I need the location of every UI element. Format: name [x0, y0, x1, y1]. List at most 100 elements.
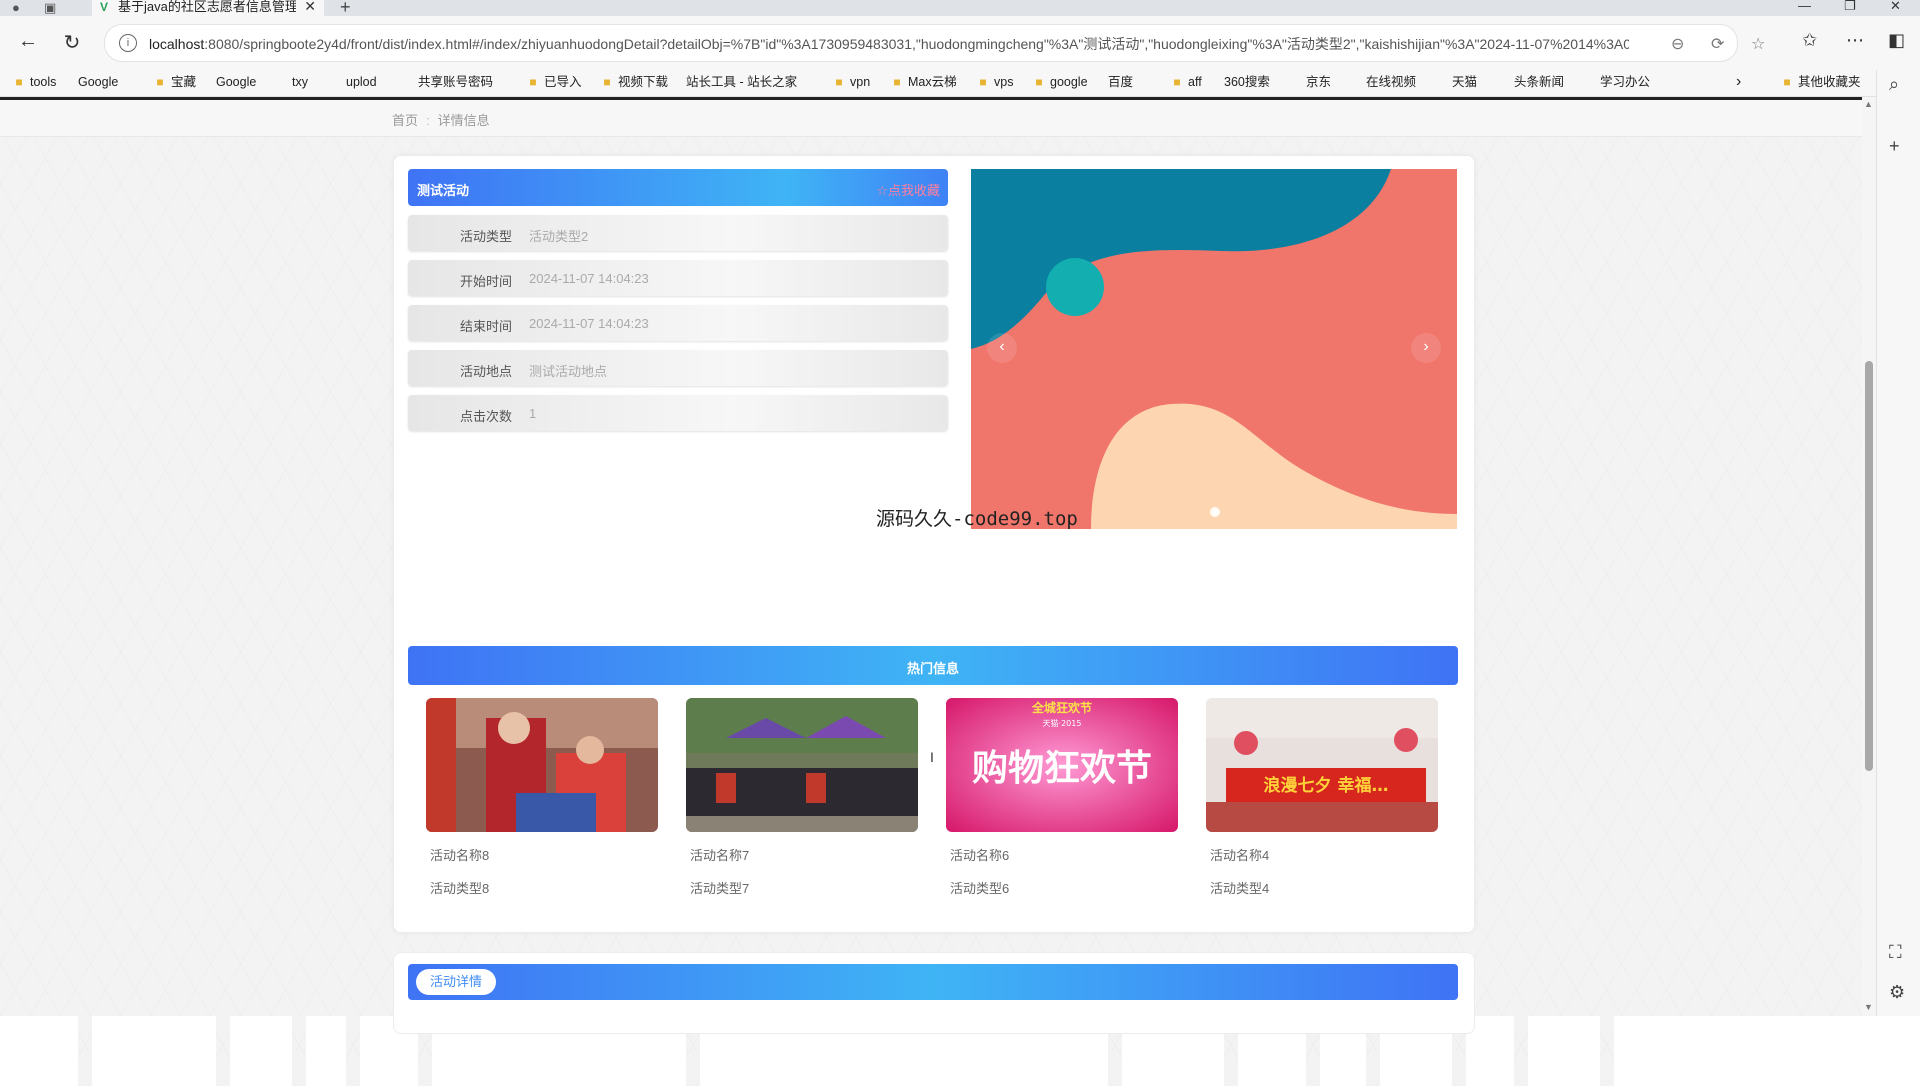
back-icon[interactable]: ←: [14, 30, 42, 53]
tab-actions-icon[interactable]: ▣: [44, 0, 56, 16]
restore-icon[interactable]: ❐: [1844, 0, 1856, 14]
bookmark-video-download[interactable]: ■ 视频下载: [600, 70, 668, 96]
hot-item-image: 浪漫七夕 幸福…: [1206, 698, 1438, 832]
profile-icon[interactable]: ●: [12, 0, 20, 15]
bookmark-360-search[interactable]: ▯360搜索: [1224, 70, 1270, 1086]
more-icon[interactable]: ⋯: [1846, 30, 1864, 51]
field-label: 点击次数: [459, 409, 512, 424]
chevron-right-icon[interactable]: ›: [1736, 70, 1741, 96]
screenshot-icon[interactable]: ⛶: [1889, 942, 1902, 963]
bookmark-vpn[interactable]: ■ vpn: [832, 70, 870, 96]
bookmark-other-favorites[interactable]: ■ 其他收藏夹: [1780, 70, 1860, 96]
breadcrumb-home[interactable]: 首页: [392, 113, 418, 128]
image-carousel[interactable]: ‹ ›: [971, 169, 1457, 529]
field-label: 活动地点: [459, 364, 512, 379]
folder-icon: ■: [603, 75, 611, 89]
hot-item-type: 活动类型8: [430, 881, 490, 896]
field-row-type: 活动类型 活动类型2: [408, 215, 948, 251]
vue-logo-icon: V: [100, 0, 109, 14]
hot-item-image: [426, 698, 658, 832]
settings-icon[interactable]: ⚙: [1889, 982, 1905, 1003]
navigation-bar: ← ↻ i localhost:8080/springboote2y4d/fro…: [0, 16, 1920, 70]
tab-strip: ● ▣ V 基于java的社区志愿者信息管理系 ✕ + — ❐ ✕: [0, 0, 1920, 17]
add-icon[interactable]: +: [1889, 136, 1900, 157]
scroll-up-icon[interactable]: ▲: [1864, 99, 1873, 109]
favorite-star-icon[interactable]: ☆: [1751, 34, 1765, 54]
hot-item[interactable]: 活动名称7 活动类型7: [686, 698, 919, 896]
carousel-prev-button[interactable]: ‹: [987, 333, 1017, 363]
folder-icon: ■: [979, 75, 987, 89]
banner-main-text: 购物狂欢节: [972, 748, 1152, 789]
bookmark-tools[interactable]: ■ tools: [12, 70, 56, 96]
folder-icon: ■: [893, 75, 901, 89]
field-value: 测试活动地点: [529, 364, 608, 379]
scrollbar-thumb[interactable]: [1865, 361, 1873, 771]
bookmark-chinaz[interactable]: ▦站长工具 - 站长之家: [686, 70, 797, 1086]
hot-item-image: [686, 698, 918, 832]
activity-card: 测试活动 ☆点我收藏 活动类型 活动类型2 开始时间 2024-11-07 14…: [393, 155, 1475, 933]
details-tab[interactable]: 活动详情: [416, 969, 496, 995]
tab-title: 基于java的社区志愿者信息管理系: [118, 0, 296, 14]
hot-item-image: 全城狂欢节 天猫·2015 购物狂欢节: [946, 698, 1178, 832]
bookmark-online-video[interactable]: ▯在线视频: [1366, 70, 1416, 1086]
folder-icon: ■: [529, 75, 537, 89]
bookmark-google[interactable]: ▯Google: [78, 70, 118, 1086]
bookmark-aff[interactable]: ■ aff: [1170, 70, 1201, 96]
bookmark-study-office[interactable]: ▯学习办公: [1600, 70, 1650, 1086]
bookmark-txy[interactable]: ☁txy: [292, 70, 308, 1086]
browser-tab[interactable]: V 基于java的社区志愿者信息管理系 ✕: [92, 0, 324, 16]
hot-item-name: 活动名称6: [950, 848, 1010, 863]
favorites-icon[interactable]: ✩: [1802, 30, 1817, 51]
field-value: 1: [529, 406, 537, 421]
activity-title: 测试活动: [417, 183, 470, 198]
bookmark-google-3[interactable]: ■ google: [1032, 70, 1087, 96]
bookmark-uplod[interactable]: ☁uplod: [346, 70, 377, 1086]
field-label: 结束时间: [459, 319, 512, 334]
field-value: 2024-11-07 14:04:23: [529, 271, 649, 286]
bookmark-vps[interactable]: ■ vps: [976, 70, 1013, 96]
bookmark-tmall[interactable]: ▯天猫: [1452, 70, 1477, 1086]
bookmark-shared-accounts[interactable]: ♫共享账号密码: [418, 70, 493, 1086]
hot-item[interactable]: 全城狂欢节 天猫·2015 购物狂欢节 活动名称6 活动类型6: [946, 698, 1179, 896]
carousel-next-button[interactable]: ›: [1411, 333, 1441, 363]
hot-item[interactable]: 活动名称8 活动类型8: [426, 698, 659, 896]
folder-icon: ■: [156, 75, 164, 89]
banner-top-text: 全城狂欢节: [1031, 700, 1092, 715]
address-bar[interactable]: i localhost:8080/springboote2y4d/front/d…: [104, 24, 1765, 62]
field-row-start-time: 开始时间 2024-11-07 14:04:23: [408, 260, 948, 296]
folder-icon: ■: [1173, 75, 1181, 89]
close-tab-icon[interactable]: ✕: [304, 0, 316, 13]
bookmark-jd[interactable]: ▯京东: [1306, 70, 1331, 1086]
reload-icon[interactable]: ↻: [58, 30, 86, 55]
bookmark-toutiao[interactable]: ▯头条新闻: [1514, 70, 1564, 1086]
bookmark-google-2[interactable]: GGoogle: [216, 70, 256, 1086]
hot-item[interactable]: 浪漫七夕 幸福… 活动名称4 活动类型4: [1206, 698, 1439, 896]
url-text: localhost:8080/springboote2y4d/front/dis…: [149, 36, 1629, 52]
minimize-icon[interactable]: —: [1798, 0, 1811, 13]
bookmark-imported[interactable]: ■ 已导入: [526, 70, 581, 96]
sidebar-toggle-icon[interactable]: ◧: [1888, 30, 1905, 51]
scroll-down-icon[interactable]: ▼: [1864, 1002, 1873, 1012]
hot-item-name: 活动名称8: [430, 848, 490, 863]
hot-item-name: 活动名称4: [1210, 848, 1270, 863]
hot-item-type: 活动类型4: [1210, 881, 1270, 896]
banner-main-text: 浪漫七夕 幸福…: [1264, 775, 1389, 796]
bookmark-baidu[interactable]: ✽百度: [1108, 70, 1133, 1086]
search-icon[interactable]: ⌕: [1889, 74, 1899, 95]
field-value: 2024-11-07 14:04:23: [529, 316, 649, 331]
field-label: 活动类型: [459, 229, 512, 244]
favorite-button[interactable]: ☆点我收藏: [876, 180, 940, 199]
hot-item-name: 活动名称7: [690, 848, 750, 863]
bookmark-baozang[interactable]: ■ 宝藏: [153, 70, 196, 96]
refresh-app-icon[interactable]: ⟳: [1711, 34, 1724, 54]
folder-icon: ■: [1783, 75, 1791, 89]
vertical-scrollbar[interactable]: ▲ ▼: [1862, 97, 1876, 1016]
bookmark-maxyunti[interactable]: ■ Max云梯: [890, 70, 956, 96]
carousel-image: [971, 169, 1457, 529]
site-info-icon[interactable]: i: [119, 34, 137, 52]
zoom-icon[interactable]: ⊖: [1671, 34, 1684, 54]
hot-section-title: 热门信息: [906, 661, 959, 676]
close-window-icon[interactable]: ✕: [1890, 0, 1901, 14]
breadcrumb-separator: :: [426, 113, 430, 128]
details-card: 活动详情: [393, 952, 1475, 1034]
